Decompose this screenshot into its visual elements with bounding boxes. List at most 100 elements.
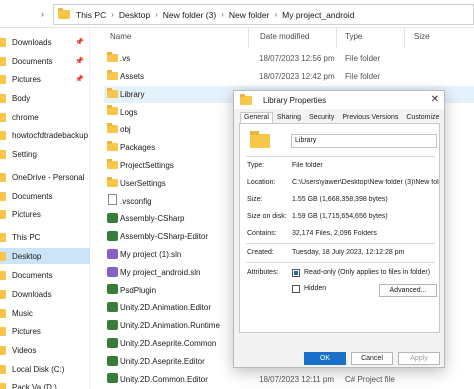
folder-icon (107, 87, 118, 98)
sidebar-item[interactable]: This PC (0, 229, 90, 245)
address-bar[interactable]: This PC › Desktop › New folder (3) › New… (53, 4, 474, 25)
sidebar-item[interactable]: Pack Va (D:) (0, 379, 90, 389)
divider (246, 156, 435, 157)
chevron-right-icon[interactable]: › (221, 10, 224, 19)
sidebar-item[interactable]: Documents 📌 (0, 53, 90, 69)
sidebar-item-label: OneDrive - Personal (12, 172, 85, 182)
crumb-desktop[interactable]: Desktop (119, 10, 150, 20)
file-name: Unity.2D.Animation.Runtime (120, 321, 220, 331)
navigation-pane: Downloads 📌 Documents 📌 Pictures 📌 Body chrome h… (0, 28, 90, 389)
readonly-checkbox[interactable] (292, 269, 300, 277)
column-divider[interactable] (404, 28, 405, 48)
address-bar-area: › This PC › Desktop › New folder (3) › N… (0, 0, 474, 28)
pin-icon: 📌 (75, 76, 84, 83)
file-row[interactable]: Assets 18/07/2023 12:42 pm File folder (104, 68, 474, 86)
chevron-right-icon[interactable]: › (111, 10, 114, 19)
column-header-date[interactable]: Date modified (260, 32, 309, 46)
sidebar-item[interactable]: Local Disk (C:) (0, 361, 90, 377)
apply-button[interactable]: Apply (398, 352, 440, 365)
file-row[interactable]: Unity.2D.Common.Editor 18/07/2023 12:11 p… (104, 370, 474, 388)
column-header-type[interactable]: Type (345, 32, 362, 46)
column-header-size[interactable]: Size (414, 32, 430, 46)
sidebar-item-label: Pack Va (D:) (12, 382, 57, 389)
divider (246, 262, 435, 263)
hidden-checkbox[interactable] (292, 285, 300, 293)
file-name: Assembly-CSharp (120, 214, 185, 224)
file-type: File folder (345, 54, 381, 64)
crumb-this-pc[interactable]: This PC (76, 10, 106, 20)
sidebar-item[interactable]: Documents (0, 188, 90, 204)
sidebar-item[interactable]: Downloads (0, 286, 90, 302)
ok-button[interactable]: OK (304, 352, 346, 365)
folder-icon (107, 158, 118, 169)
hidden-label: Hidden (304, 285, 327, 292)
contains-value: 32,174 Files, 2,096 Folders (292, 230, 377, 237)
file-name: Unity.2D.Aseprite.Common (120, 339, 217, 349)
desktop-icon (0, 251, 6, 261)
picture-icon (0, 74, 6, 84)
sidebar-item-label: Desktop (12, 251, 42, 261)
sidebar-item-label: Documents (12, 56, 53, 66)
close-icon[interactable]: ✕ (431, 94, 439, 105)
sidebar-item[interactable]: Videos (0, 342, 90, 358)
sidebar-item[interactable]: Documents (0, 267, 90, 283)
column-divider[interactable] (248, 28, 249, 48)
sln-icon (107, 266, 118, 277)
sidebar-item[interactable]: Music (0, 305, 90, 321)
sidebar-item-label: Videos (12, 345, 37, 355)
folder-icon (0, 93, 6, 103)
file-name: Logs (120, 107, 138, 117)
cs-icon (107, 320, 118, 330)
sidebar-item[interactable]: Pictures (0, 206, 90, 222)
sidebar-item[interactable]: howtocfdtradebackup (0, 127, 90, 143)
advanced-button[interactable]: Advanced... (379, 284, 437, 297)
size-label: Size: (247, 196, 263, 203)
location-label: Location: (247, 179, 276, 186)
sidebar-item-label: Pictures (12, 326, 41, 336)
file-type: File folder (345, 72, 381, 82)
folder-icon (0, 112, 6, 122)
column-divider[interactable] (336, 28, 337, 48)
sidebar-item[interactable]: OneDrive - Personal (0, 169, 90, 185)
chevron-right-icon[interactable]: › (274, 10, 277, 19)
sidebar-item[interactable]: Setting (0, 146, 90, 162)
folder-icon (250, 131, 270, 148)
crumb-my-project-android[interactable]: My project_android (282, 10, 354, 20)
cs-icon (107, 373, 118, 384)
file-name: Assets (120, 72, 145, 82)
contains-label: Contains: (247, 230, 277, 237)
size-on-disk-label: Size on disk: (247, 213, 287, 220)
chevron-right-icon[interactable]: › (41, 9, 44, 19)
download-icon (0, 37, 6, 47)
file-name: ProjectSettings (120, 161, 174, 171)
sidebar-item[interactable]: Desktop (0, 248, 90, 264)
chevron-right-icon[interactable]: › (155, 10, 158, 19)
file-name: My project_android.sln (120, 267, 201, 277)
cs-icon (107, 231, 118, 241)
cancel-button[interactable]: Cancel (351, 352, 393, 365)
crumb-new-folder-3[interactable]: New folder (3) (163, 10, 216, 20)
folder-icon (0, 149, 6, 159)
file-type: C# Project file (345, 374, 395, 384)
file-date: 18/07/2023 12:11 pm (259, 374, 335, 384)
divider (246, 243, 435, 244)
sidebar-item[interactable]: Downloads 📌 (0, 34, 90, 50)
file-row[interactable]: .vs 18/07/2023 12:56 pm File folder (104, 50, 474, 68)
folder-name-field[interactable]: Library (291, 134, 437, 148)
dialog-title-bar[interactable]: Library Properties ✕ (234, 91, 444, 109)
sidebar-item[interactable]: Body (0, 90, 90, 106)
folder-icon (107, 105, 118, 116)
crumb-new-folder[interactable]: New folder (229, 10, 270, 20)
sidebar-item[interactable]: Pictures 📌 (0, 71, 90, 87)
cs-icon (107, 337, 118, 348)
sidebar-item[interactable]: chrome (0, 109, 90, 125)
column-header-name[interactable]: Name (110, 32, 131, 46)
folder-icon (107, 69, 118, 80)
download-icon (0, 289, 6, 299)
file-date: 18/07/2023 12:56 pm (259, 54, 335, 64)
sidebar-item-label: Body (12, 93, 31, 103)
folder-icon (0, 130, 6, 140)
file-name: Assembly-CSharp-Editor (120, 232, 209, 242)
sidebar-item[interactable]: Pictures (0, 323, 90, 339)
folder-icon (107, 141, 118, 151)
